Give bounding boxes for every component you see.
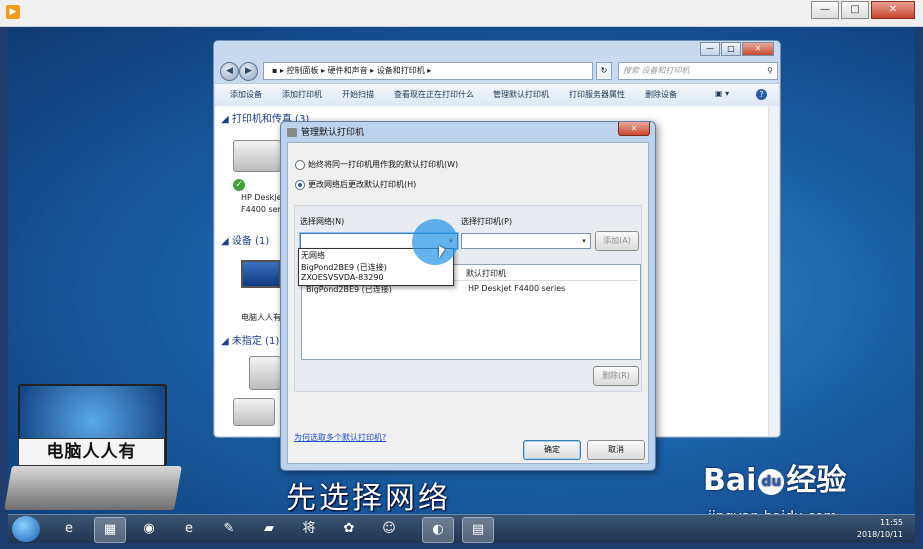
baidu-watermark: Bai du 经验 bbox=[703, 455, 846, 499]
explorer-close-button[interactable]: ✕ bbox=[742, 42, 774, 56]
address-bar[interactable]: ▪ ▸ 控制面板 ▸ 硬件和声音 ▸ 设备和打印机 ▸ bbox=[263, 62, 593, 80]
refresh-icon[interactable]: ↻ bbox=[596, 62, 612, 80]
start-button[interactable] bbox=[12, 516, 40, 542]
dialog-title-text: 管理默认打印机 bbox=[301, 128, 365, 138]
group-unspecified-label: 未指定 (1) bbox=[231, 336, 280, 347]
radio-change-network[interactable]: 更改网络后更改默认打印机(H) bbox=[295, 179, 416, 190]
radio-button-selected-icon bbox=[295, 179, 305, 190]
folder-app-icon[interactable]: ▰ bbox=[254, 517, 284, 541]
default-check-icon: ✓ bbox=[233, 179, 245, 191]
close-button[interactable]: ✕ bbox=[871, 1, 915, 19]
view-options-icon[interactable]: ▣ ▾ bbox=[715, 89, 729, 98]
network-printer-panel: 选择网络(N) 选择打印机(P) ▾ ▾ 添加(A) 默认打印机 BigPond… bbox=[294, 205, 642, 392]
select-network-label: 选择网络(N) bbox=[300, 217, 345, 226]
taskbar: e ▦ ◉ e ✎ ▰ 将 ✿ ☺ ◐ ▤ 11:55 2018/10/11 bbox=[8, 514, 915, 543]
list-item-printer[interactable]: HP Deskjet F4400 series bbox=[468, 284, 565, 293]
address-row: ◀ ▶ ▪ ▸ 控制面板 ▸ 硬件和声音 ▸ 设备和打印机 ▸ ↻ 搜索 设备和… bbox=[218, 61, 778, 81]
tutorial-caption: 先选择网络 bbox=[286, 481, 451, 516]
manage-default-printers-dialog: 管理默认打印机 ✕ 始终将同一打印机用作我的默认打印机(W) 更改网络后更改默认… bbox=[280, 121, 656, 471]
breadcrumb-devices-printers[interactable]: 设备和打印机 bbox=[377, 66, 425, 75]
command-bar: 添加设备 添加打印机 开始扫描 查看现在正在打印什么 管理默认打印机 打印服务器… bbox=[215, 83, 779, 107]
logo-text: 电脑人人有 bbox=[18, 438, 165, 466]
ok-button[interactable]: 确定 bbox=[523, 440, 581, 460]
maximize-button[interactable]: □ bbox=[841, 1, 869, 19]
select-printer-label: 选择打印机(P) bbox=[461, 217, 513, 226]
app-play-icon[interactable]: ▶ bbox=[6, 5, 20, 19]
add-device-button[interactable]: 添加设备 bbox=[230, 89, 262, 100]
radio-always-label: 始终将同一打印机用作我的默认打印机(W) bbox=[308, 160, 459, 169]
start-scan-button[interactable]: 开始扫描 bbox=[342, 89, 374, 100]
laptop-icon[interactable] bbox=[241, 260, 281, 288]
remove-device-button[interactable]: 删除设备 bbox=[645, 89, 677, 100]
column-default-printer: 默认打印机 bbox=[463, 267, 638, 281]
why-multiple-defaults-link[interactable]: 为何选取多个默认打印机? bbox=[294, 432, 386, 443]
dialog-close-button[interactable]: ✕ bbox=[618, 122, 650, 136]
print-server-properties-button[interactable]: 打印服务器属性 bbox=[569, 89, 625, 100]
dropdown-option-no-network[interactable]: 无网络 bbox=[301, 250, 325, 261]
search-icon: ⚲ bbox=[767, 66, 773, 75]
click-highlight bbox=[412, 219, 458, 265]
baidu-text-1: Bai bbox=[703, 463, 757, 498]
printer-label-1: HP Deskjet bbox=[241, 193, 285, 202]
search-input[interactable]: 搜索 设备和打印机 ⚲ bbox=[618, 62, 778, 80]
chess-icon[interactable]: 将 bbox=[294, 517, 324, 541]
printer-taskbar-icon[interactable]: ▤ bbox=[462, 517, 494, 543]
outer-titlebar: ▶ — □ ✕ bbox=[0, 0, 923, 27]
breadcrumb-control-panel[interactable]: 控制面板 bbox=[287, 66, 319, 75]
printer-icon[interactable] bbox=[233, 140, 281, 172]
baidu-text-2: 经验 bbox=[786, 463, 847, 498]
baidu-paw-icon: du bbox=[758, 468, 785, 495]
system-tray-clock[interactable]: 11:55 2018/10/11 bbox=[857, 517, 903, 541]
scanner-icon[interactable] bbox=[233, 398, 275, 426]
outer-window-controls: — □ ✕ bbox=[809, 1, 915, 19]
minimize-button[interactable]: — bbox=[811, 1, 839, 19]
mouse-cursor-icon bbox=[439, 246, 445, 258]
cancel-button[interactable]: 取消 bbox=[587, 440, 645, 460]
ie-icon[interactable]: e bbox=[54, 517, 84, 541]
explorer-icon[interactable]: ▦ bbox=[94, 517, 126, 543]
manage-default-printers-button[interactable]: 管理默认打印机 bbox=[493, 89, 549, 100]
group-devices[interactable]: ◢ 设备 (1) bbox=[221, 232, 269, 247]
add-printer-button[interactable]: 添加打印机 bbox=[282, 89, 322, 100]
add-button[interactable]: 添加(A) bbox=[595, 231, 639, 251]
explorer-minimize-button[interactable]: — bbox=[700, 42, 720, 56]
forward-icon[interactable]: ▶ bbox=[239, 62, 258, 81]
network-app-icon[interactable]: ✿ bbox=[334, 517, 364, 541]
dropdown-option-zxoesvsvda[interactable]: ZXOESVSVDA-83290 bbox=[301, 273, 384, 282]
back-icon[interactable]: ◀ bbox=[220, 62, 239, 81]
media-icon[interactable]: ◉ bbox=[134, 517, 164, 541]
recorder-icon[interactable]: ◐ bbox=[422, 517, 454, 543]
folder-icon: ▪ ▸ bbox=[272, 66, 287, 75]
radio-always-same[interactable]: 始终将同一打印机用作我的默认打印机(W) bbox=[295, 159, 458, 170]
printer-combobox[interactable]: ▾ bbox=[461, 233, 591, 249]
group-devices-label: 设备 (1) bbox=[231, 236, 270, 247]
paint-icon[interactable]: ✎ bbox=[214, 517, 244, 541]
search-placeholder: 搜索 设备和打印机 bbox=[623, 66, 690, 75]
printer-small-icon bbox=[287, 128, 297, 137]
qq-icon[interactable]: ☺ bbox=[374, 517, 404, 541]
remove-button[interactable]: 删除(R) bbox=[593, 366, 639, 386]
group-unspecified[interactable]: ◢ 未指定 (1) bbox=[221, 332, 279, 347]
explorer-maximize-button[interactable]: □ bbox=[721, 42, 741, 56]
clock-date: 2018/10/11 bbox=[856, 530, 903, 539]
device-label: 电脑人人有 bbox=[241, 313, 281, 322]
dialog-body: 始终将同一打印机用作我的默认打印机(W) 更改网络后更改默认打印机(H) 选择网… bbox=[287, 142, 649, 464]
logo-keyboard bbox=[4, 466, 182, 510]
device-icon[interactable] bbox=[249, 356, 281, 390]
clock-time: 11:55 bbox=[879, 518, 903, 527]
dialog-title: 管理默认打印机 bbox=[287, 125, 364, 138]
see-whats-printing-button[interactable]: 查看现在正在打印什么 bbox=[394, 89, 474, 100]
explorer-window-controls: — □ ✕ bbox=[699, 42, 774, 56]
watermark-logo: 电脑人人有 bbox=[4, 382, 182, 514]
breadcrumb-hardware-sound[interactable]: 硬件和声音 bbox=[328, 66, 368, 75]
explorer-scrollbar[interactable] bbox=[768, 106, 779, 436]
chevron-down-icon: ▾ bbox=[582, 237, 586, 245]
radio-button-icon bbox=[295, 159, 305, 170]
radio-change-label: 更改网络后更改默认打印机(H) bbox=[308, 180, 417, 189]
ie2-icon[interactable]: e bbox=[174, 517, 204, 541]
dropdown-option-bigpond[interactable]: BigPond2BE9 (已连接) bbox=[301, 262, 387, 273]
help-icon[interactable]: ? bbox=[756, 89, 767, 100]
